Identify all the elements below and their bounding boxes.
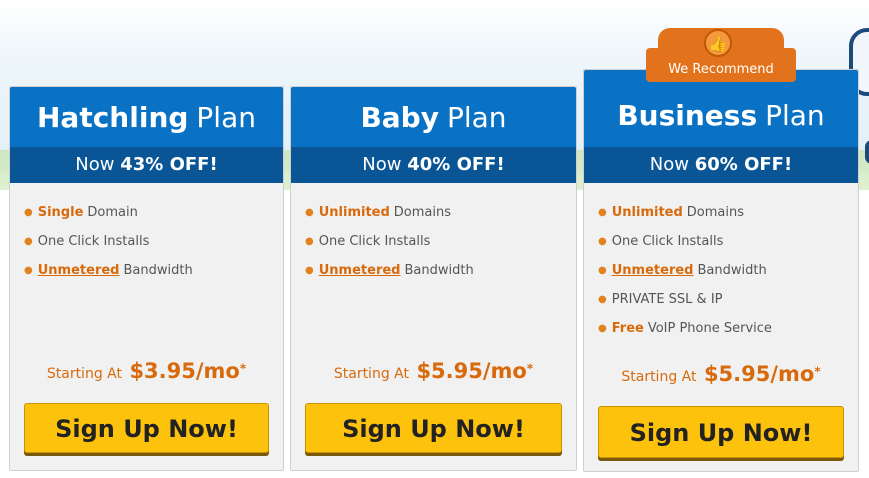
sign-up-button[interactable]: Sign Up Now! bbox=[598, 406, 844, 458]
plan-card-hatchling: Hatchling Plan Now 43% OFF! ● Single Domai… bbox=[9, 86, 284, 471]
feature-highlight-link[interactable]: Unmetered bbox=[319, 261, 401, 281]
price-line: Starting At $3.95/mo* bbox=[10, 359, 283, 383]
feature-text: Bandwidth bbox=[404, 263, 474, 278]
discount-bar: Now 43% OFF! bbox=[10, 147, 283, 183]
price-amount: $5.95/mo bbox=[703, 362, 815, 386]
feature-item: ● Unlimited Domains bbox=[305, 203, 474, 232]
discount-prefix: Now bbox=[75, 154, 115, 175]
feature-text: Domain bbox=[87, 205, 138, 220]
feature-text: Bandwidth bbox=[697, 263, 767, 278]
price-label: Starting At bbox=[46, 366, 122, 382]
feature-item: ● One Click Installs bbox=[598, 232, 772, 261]
feature-highlight: Single bbox=[37, 205, 84, 220]
discount-bar: Now 60% OFF! bbox=[584, 147, 858, 183]
bullet-dot-icon: ● bbox=[24, 236, 33, 247]
discount-prefix: Now bbox=[649, 154, 689, 175]
plan-word: Plan bbox=[765, 99, 825, 132]
discount-prefix: Now bbox=[362, 154, 402, 175]
price-amount: $3.95/mo bbox=[129, 359, 240, 383]
feature-item: ● One Click Installs bbox=[24, 232, 193, 261]
bullet-dot-icon: ● bbox=[598, 294, 607, 305]
feature-item: ● Unmetered Bandwidth bbox=[305, 261, 474, 290]
feature-text: Domains bbox=[686, 205, 745, 220]
feature-text: VoIP Phone Service bbox=[647, 321, 772, 336]
feature-highlight-link[interactable]: Unmetered bbox=[612, 261, 694, 281]
recommend-badge-label: We Recommend bbox=[668, 62, 774, 77]
feature-highlight: Unlimited bbox=[318, 205, 390, 220]
plan-header: Baby Plan bbox=[291, 87, 576, 147]
price-line: Starting At $5.95/mo* bbox=[291, 359, 576, 383]
feature-list: ● Single Domain ● One Click Installs ● Unmet… bbox=[24, 203, 193, 290]
discount-value: 60% OFF! bbox=[694, 154, 793, 175]
price-amount: $5.95/mo bbox=[416, 359, 527, 383]
price-line: Starting At $5.95/mo* bbox=[584, 362, 858, 386]
price-asterisk: * bbox=[814, 364, 821, 379]
plan-name: Business bbox=[617, 99, 758, 132]
feature-highlight: Unlimited bbox=[611, 205, 683, 220]
feature-text: One Click Installs bbox=[611, 234, 724, 249]
bullet-dot-icon: ● bbox=[598, 207, 607, 218]
plan-header: Hatchling Plan bbox=[10, 87, 283, 147]
plan-word: Plan bbox=[446, 100, 507, 134]
feature-list: ● Unlimited Domains ● One Click Installs ● U… bbox=[598, 203, 772, 348]
feature-text: Domains bbox=[393, 205, 452, 220]
plan-name: Baby bbox=[360, 100, 439, 134]
plan-name: Hatchling bbox=[37, 100, 189, 134]
feature-text: One Click Installs bbox=[318, 234, 431, 249]
bullet-dot-icon: ● bbox=[598, 236, 607, 247]
feature-item: ● Free VoIP Phone Service bbox=[598, 319, 772, 348]
feature-list: ● Unlimited Domains ● One Click Installs ● U… bbox=[305, 203, 474, 290]
bullet-dot-icon: ● bbox=[24, 265, 33, 276]
price-asterisk: * bbox=[526, 361, 534, 376]
feature-text: One Click Installs bbox=[37, 234, 150, 249]
bullet-dot-icon: ● bbox=[24, 207, 33, 218]
price-label: Starting At bbox=[621, 369, 697, 385]
discount-bar: Now 40% OFF! bbox=[291, 147, 576, 183]
bullet-dot-icon: ● bbox=[305, 207, 314, 218]
plan-word: Plan bbox=[196, 100, 256, 134]
discount-value: 43% OFF! bbox=[120, 154, 218, 175]
bullet-dot-icon: ● bbox=[598, 323, 607, 334]
feature-text: Bandwidth bbox=[123, 263, 193, 278]
feature-item: ● One Click Installs bbox=[305, 232, 474, 261]
feature-item: ● Unmetered Bandwidth bbox=[24, 261, 193, 290]
bullet-dot-icon: ● bbox=[305, 236, 314, 247]
price-asterisk: * bbox=[239, 361, 247, 376]
sign-up-button[interactable]: Sign Up Now! bbox=[24, 403, 269, 453]
price-label: Starting At bbox=[333, 366, 409, 382]
feature-item: ● Unlimited Domains bbox=[598, 203, 772, 232]
sign-up-button[interactable]: Sign Up Now! bbox=[305, 403, 562, 453]
thumbs-up-icon: 👍 bbox=[704, 29, 732, 57]
feature-item: ● Single Domain bbox=[24, 203, 193, 232]
bullet-dot-icon: ● bbox=[305, 265, 314, 276]
bullet-dot-icon: ● bbox=[598, 265, 607, 276]
plan-card-baby: Baby Plan Now 40% OFF! ● Unlimited Domains… bbox=[290, 86, 577, 471]
feature-text: PRIVATE SSL & IP bbox=[611, 292, 723, 307]
feature-highlight: Free bbox=[611, 321, 644, 336]
discount-value: 40% OFF! bbox=[407, 154, 505, 175]
plan-card-business: Business Plan Now 60% OFF! ● Unlimited Dom… bbox=[583, 69, 859, 472]
feature-highlight-link[interactable]: Unmetered bbox=[38, 261, 120, 281]
feature-item: ● Unmetered Bandwidth bbox=[598, 261, 772, 290]
feature-item: ● PRIVATE SSL & IP bbox=[598, 290, 772, 319]
mascot-decoration-part bbox=[865, 140, 869, 164]
